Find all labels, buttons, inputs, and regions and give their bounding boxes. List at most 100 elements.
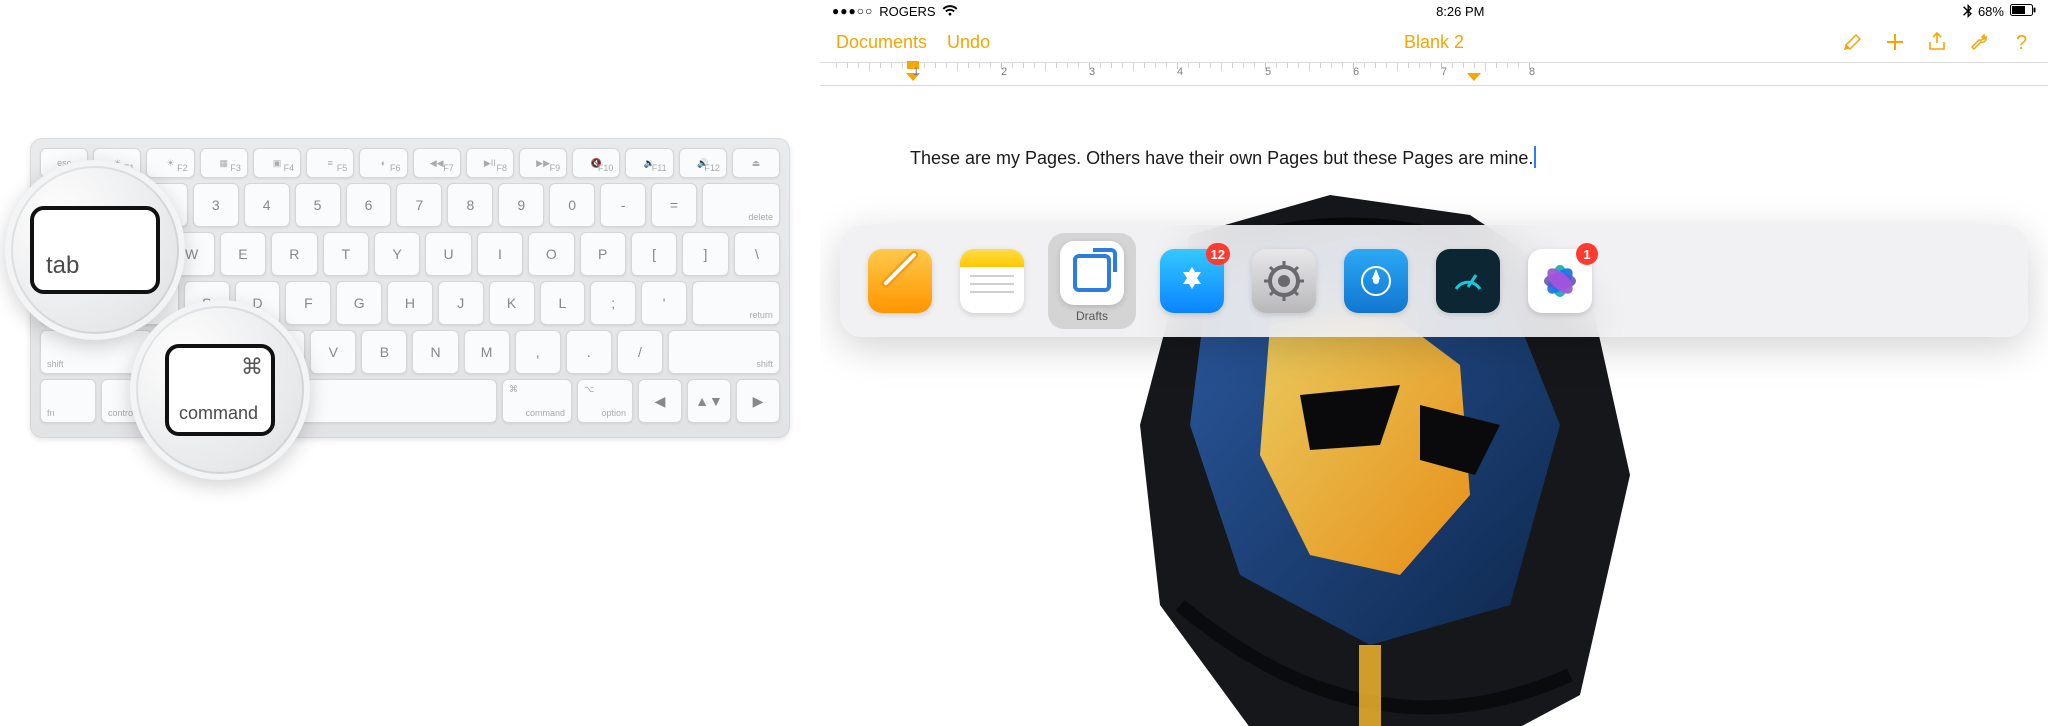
- ruler-tick: 6: [1353, 66, 1359, 78]
- share-icon[interactable]: [1926, 31, 1948, 53]
- key: 7: [396, 183, 442, 227]
- app-appstore[interactable]: 12: [1160, 249, 1224, 313]
- photos-icon: 1: [1528, 249, 1592, 313]
- key: 0: [549, 183, 595, 227]
- format-brush-icon[interactable]: [1842, 31, 1864, 53]
- key: \: [734, 232, 780, 276]
- key: delete: [702, 183, 780, 227]
- carrier-label: ROGERS: [879, 4, 935, 19]
- ruler-tick: 2: [1001, 66, 1007, 78]
- key: I: [477, 232, 523, 276]
- key: J: [438, 281, 484, 325]
- app-switcher[interactable]: Drafts 12: [840, 225, 2028, 337]
- app-drafts[interactable]: Drafts: [1048, 233, 1136, 329]
- key: command⌘: [502, 379, 572, 423]
- key: ]: [682, 232, 728, 276]
- testflight-icon: [1344, 249, 1408, 313]
- key: R: [271, 232, 317, 276]
- app-notes[interactable]: [960, 249, 1024, 313]
- key: E: [220, 232, 266, 276]
- key: ≡F5: [306, 148, 354, 178]
- key: 🔇F10: [572, 148, 620, 178]
- pages-icon: [868, 249, 932, 313]
- app-pages[interactable]: [868, 249, 932, 313]
- key: ▣F4: [253, 148, 301, 178]
- tab-key-label: tab: [46, 252, 79, 280]
- key: ◀◀F7: [413, 148, 461, 178]
- tools-icon[interactable]: [1968, 31, 1990, 53]
- command-symbol-icon: ⌘: [241, 354, 263, 380]
- key: 5: [295, 183, 341, 227]
- key: /: [617, 330, 663, 374]
- signal-dots-icon: ●●●○○: [832, 4, 873, 18]
- appstore-badge: 12: [1206, 243, 1230, 265]
- key: H: [387, 281, 433, 325]
- notes-icon: [960, 249, 1024, 313]
- command-key: ⌘ command: [165, 344, 275, 436]
- text-cursor: [1534, 146, 1536, 168]
- key: return: [692, 281, 780, 325]
- key: 9: [498, 183, 544, 227]
- key: O: [528, 232, 574, 276]
- key: -: [600, 183, 646, 227]
- battery-pct-label: 68%: [1978, 4, 2004, 19]
- tab-key: tab: [30, 206, 160, 294]
- key: V: [310, 330, 356, 374]
- key: 🔊F12: [679, 148, 727, 178]
- key: ▶▶F9: [519, 148, 567, 178]
- app-testflight[interactable]: [1344, 249, 1408, 313]
- app-speedtest[interactable]: [1436, 249, 1500, 313]
- ruler-tick: 7: [1441, 66, 1447, 78]
- appstore-icon: 12: [1160, 249, 1224, 313]
- key: T: [323, 232, 369, 276]
- key: ▲▼: [687, 379, 731, 423]
- key: 4: [244, 183, 290, 227]
- pages-toolbar: Documents Undo Blank 2 ?: [820, 22, 2048, 62]
- documents-button[interactable]: Documents: [836, 32, 927, 53]
- ruler-tick: 8: [1529, 66, 1535, 78]
- selected-app-label: Drafts: [1076, 309, 1108, 323]
- key: ◀: [638, 379, 682, 423]
- document-body[interactable]: These are my Pages. Others have their ow…: [820, 86, 2048, 229]
- key: shift: [668, 330, 780, 374]
- add-icon[interactable]: [1884, 31, 1906, 53]
- key: =: [651, 183, 697, 227]
- key: ⏏: [732, 148, 780, 178]
- key: ': [641, 281, 687, 325]
- key: 6: [346, 183, 392, 227]
- settings-icon: [1252, 249, 1316, 313]
- magnifier-command-key: ⌘ command: [130, 300, 310, 480]
- key: G: [336, 281, 382, 325]
- app-settings[interactable]: [1252, 249, 1316, 313]
- key: Y: [374, 232, 420, 276]
- app-photos[interactable]: 1: [1528, 249, 1592, 313]
- key: [: [631, 232, 677, 276]
- svg-text:?: ?: [2016, 32, 2027, 53]
- key: ◐F6: [359, 148, 407, 178]
- document-text[interactable]: These are my Pages. Others have their ow…: [910, 148, 1533, 168]
- ruler-tick: 4: [1177, 66, 1183, 78]
- ruler[interactable]: 12345678: [820, 62, 2048, 86]
- key: ▦F3: [200, 148, 248, 178]
- help-icon[interactable]: ?: [2010, 31, 2032, 53]
- battery-icon: [2010, 4, 2036, 19]
- key: option⌥: [577, 379, 633, 423]
- key: ▶: [736, 379, 780, 423]
- ruler-margin-right-icon[interactable]: [1467, 73, 1481, 81]
- document-title: Blank 2: [1404, 32, 1464, 53]
- photos-badge: 1: [1576, 243, 1598, 265]
- key: M: [464, 330, 510, 374]
- key: 3: [193, 183, 239, 227]
- drafts-icon: [1060, 241, 1124, 305]
- key: P: [580, 232, 626, 276]
- key: B: [361, 330, 407, 374]
- key: U: [425, 232, 471, 276]
- undo-button[interactable]: Undo: [947, 32, 990, 53]
- status-bar: ●●●○○ ROGERS 8:26 PM 68%: [820, 0, 2048, 22]
- key: ;: [590, 281, 636, 325]
- wifi-icon: [942, 5, 958, 17]
- keyboard-illustration: esc☀︎F1☀︎F2▦F3▣F4≡F5◐F6◀◀F7▶IIF8▶▶F9🔇F10…: [0, 0, 820, 726]
- key: 8: [447, 183, 493, 227]
- ruler-tick: 3: [1089, 66, 1095, 78]
- ipad-pages-app: ●●●○○ ROGERS 8:26 PM 68% Documents Undo …: [820, 0, 2048, 726]
